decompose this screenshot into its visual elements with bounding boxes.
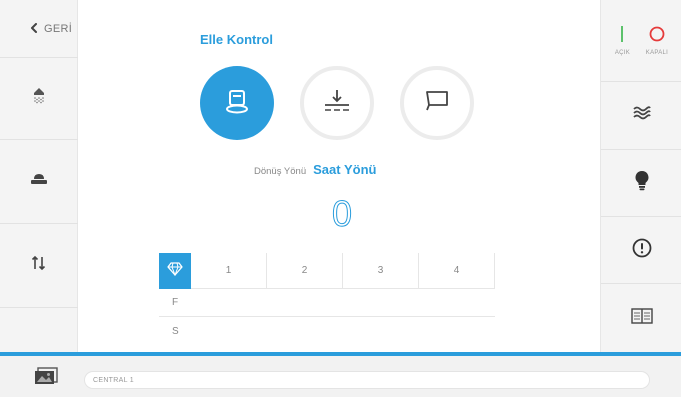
program-grid: 1 2 3 4 F S: [159, 253, 495, 345]
back-button[interactable]: GERİ: [0, 0, 78, 58]
mode-button-display[interactable]: [400, 66, 474, 140]
waves-icon: [632, 105, 652, 126]
main-panel: Elle Kontrol Dönüş Yönü Saat Yönü 0 1 2 …: [79, 0, 600, 352]
seat-basin-icon: [223, 87, 251, 120]
sidebar-item-seat[interactable]: [0, 140, 78, 224]
sidebar-item-alerts[interactable]: [601, 217, 681, 284]
power-on-icon: [621, 25, 624, 42]
power-on-button[interactable]: AÇIK: [614, 25, 631, 56]
right-sidebar: AÇIK KAPALI: [600, 0, 681, 352]
footer-bar: CENTRAL 1: [0, 356, 681, 397]
grid-row: S: [172, 325, 179, 337]
central-select-field[interactable]: CENTRAL 1: [84, 371, 650, 389]
grid-column-header[interactable]: 2: [267, 253, 343, 288]
power-off-icon: [649, 26, 665, 41]
grid-header: 1 2 3 4: [159, 253, 495, 289]
grid-row: F: [159, 289, 495, 317]
grid-column-header[interactable]: 3: [343, 253, 419, 288]
rotation-indicator-value: 0: [332, 196, 352, 232]
seat-icon: [29, 172, 49, 191]
power-on-label: AÇIK: [614, 49, 631, 56]
download-icon: [322, 87, 352, 120]
rotation-direction-value[interactable]: Saat Yönü: [313, 162, 376, 177]
rotation-indicator: 0: [329, 193, 355, 237]
sidebar-item-light[interactable]: [601, 150, 681, 217]
gallery-button[interactable]: [33, 366, 59, 391]
lightbulb-icon: [634, 170, 650, 197]
up-down-arrows-icon: [31, 255, 47, 276]
chevron-left-icon: [30, 20, 38, 38]
power-controls: AÇIK KAPALI: [601, 0, 681, 82]
grid-column-header[interactable]: 4: [419, 253, 495, 288]
image-gallery-icon: [33, 367, 59, 390]
left-sidebar: GERİ: [0, 0, 78, 352]
power-off-label: KAPALI: [645, 49, 669, 56]
sidebar-item-shower[interactable]: [0, 58, 78, 140]
mode-button-seat[interactable]: [200, 66, 274, 140]
rotation-direction-label: Dönüş Yönü: [254, 166, 307, 177]
page-title: Elle Kontrol: [200, 32, 273, 47]
sidebar-item-manual[interactable]: [601, 284, 681, 352]
alert-icon: [632, 238, 652, 263]
sidebar-item-position[interactable]: [0, 224, 78, 308]
sidebar-item-waves[interactable]: [601, 82, 681, 150]
power-off-button[interactable]: KAPALI: [646, 26, 668, 56]
diamond-icon: [167, 261, 183, 281]
rotation-direction-row: Dönüş Yönü Saat Yönü: [254, 162, 376, 177]
program-selector-button[interactable]: [159, 253, 191, 289]
display-icon: [424, 89, 450, 118]
grid-column-header[interactable]: 1: [191, 253, 267, 288]
back-label: GERİ: [44, 22, 73, 35]
shower-icon: [31, 87, 47, 110]
book-icon: [630, 307, 653, 329]
mode-button-lower[interactable]: [300, 66, 374, 140]
